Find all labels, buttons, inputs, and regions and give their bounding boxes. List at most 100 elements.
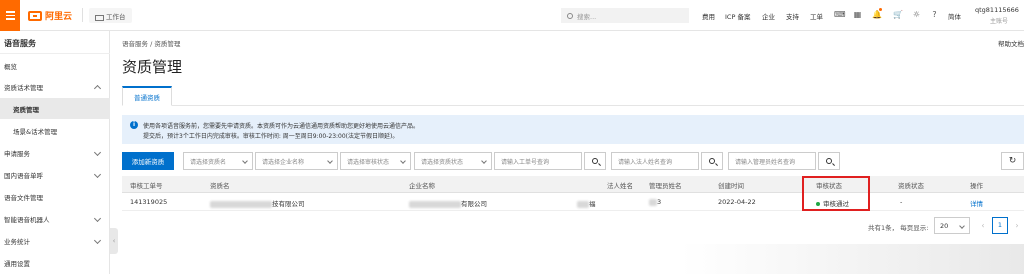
audit-status-select[interactable]: 请选择审核状态: [340, 152, 411, 170]
grid-icon[interactable]: ▦: [853, 10, 862, 19]
sidebar-item-label: 通用设置: [4, 259, 30, 268]
sidebar-item-label: 智能语音机器人: [4, 215, 50, 224]
select-placeholder: 请选择企业名称: [262, 158, 305, 166]
chevron-down-icon: [242, 158, 248, 164]
refresh-button[interactable]: ↻: [1001, 152, 1024, 170]
sidebar-item-label: 资质管理: [13, 105, 39, 114]
search-icon: [826, 158, 832, 164]
sidebar-item-label: 申请服务: [4, 149, 30, 158]
next-page-button[interactable]: ›: [1011, 217, 1023, 234]
chevron-down-icon: [93, 148, 102, 157]
search-placeholder: 搜索...: [577, 12, 597, 21]
input-placeholder: 请输入工单号查询: [501, 158, 550, 166]
divider: [82, 8, 83, 22]
column-header: 管理员姓名: [649, 182, 682, 190]
redacted-text: [409, 200, 461, 208]
menu-icon[interactable]: [0, 0, 20, 31]
admin-name-input[interactable]: 请输入管理员姓名查询: [728, 152, 816, 170]
search-icon: [567, 12, 573, 19]
sidebar-collapse-toggle[interactable]: ‹: [110, 228, 118, 254]
cell-qualification-status: -: [900, 198, 903, 206]
previous-page-button[interactable]: ‹: [977, 217, 989, 234]
info-icon: i: [130, 121, 138, 129]
qualification-name-select[interactable]: 请选择资质名: [183, 152, 253, 170]
notice-text-1: 使用各项语音服务前，您需要先申请资质。本资质可作为云通信通用资质帮助您更好地使用…: [143, 123, 420, 130]
sidebar-item-voice-files[interactable]: 语音文件管理: [0, 186, 110, 207]
brand-logo[interactable]: 阿里云: [28, 9, 72, 22]
chevron-down-icon: [93, 214, 102, 223]
notice-text-2: 提交后，预计3个工作日内完成审核。审核工作时间: 周一至周日9:00-23:00…: [143, 133, 399, 140]
column-header: 创建时间: [718, 182, 744, 190]
chevron-down-icon: [93, 236, 102, 245]
nav-link-enterprise[interactable]: 企业: [762, 11, 775, 21]
chevron-down-icon: [481, 158, 487, 164]
column-header: 资质名: [210, 182, 230, 190]
nav-link-ticket[interactable]: 工单: [810, 11, 823, 21]
breadcrumb: 语音服务 / 资质管理: [122, 40, 181, 48]
sidebar-item-label: 国内语音单呼: [4, 171, 43, 180]
current-page-button[interactable]: 1: [992, 217, 1008, 234]
column-header: 操作: [970, 182, 983, 190]
qualification-status-select[interactable]: 请选择资质状态: [414, 152, 492, 170]
chevron-down-icon: [327, 158, 333, 164]
cell-qualification-name: 技有限公司: [210, 198, 305, 208]
cell-company-name-suffix: 有限公司: [461, 200, 487, 208]
add-qualification-button[interactable]: 添加新资质: [122, 152, 174, 170]
sidebar-item-voice-robot[interactable]: 智能语音机器人: [0, 208, 110, 229]
top-navigation-bar: 阿里云 工作台 搜索... 费用 ICP 备案 企业 支持 工单 ⌨ ▦ 🔔 🛒…: [0, 0, 1024, 31]
home-icon: [95, 13, 104, 21]
table-header: 审核工单号 资质名 企业名称 法人姓名 管理员姓名 创建时间 审核状态 资质状态…: [122, 176, 1024, 193]
ticket-search-button[interactable]: [584, 152, 606, 170]
sidebar-item-scene-script[interactable]: 场景&话术管理: [0, 120, 110, 141]
search-icon: [592, 158, 598, 164]
global-search-input[interactable]: 搜索...: [561, 8, 689, 23]
sidebar-item-apply-service[interactable]: 申请服务: [0, 142, 110, 163]
legal-search-button[interactable]: [701, 152, 723, 170]
nav-link-support[interactable]: 支持: [786, 11, 799, 21]
select-placeholder: 请选择审核状态: [347, 158, 390, 166]
cell-legal-person: 福: [577, 198, 596, 208]
cell-qualification-name-suffix: 技有限公司: [272, 200, 305, 208]
sidebar-item-qualification-management[interactable]: 资质管理: [0, 98, 110, 119]
highlight-annotation: [802, 176, 870, 211]
language-switch[interactable]: 简体: [948, 11, 961, 21]
chevron-down-icon: [959, 223, 965, 229]
pagination-summary: 共有1条， 每页显示:: [868, 223, 929, 232]
user-role: 主账号: [990, 18, 1009, 25]
legal-person-input[interactable]: 请输入法人姓名查询: [611, 152, 699, 170]
nav-link-fees[interactable]: 费用: [702, 11, 715, 21]
lightbulb-icon[interactable]: ☼: [912, 10, 921, 19]
input-placeholder: 请输入管理员姓名查询: [735, 158, 796, 166]
page-size-value: 20: [940, 221, 949, 230]
admin-search-button[interactable]: [818, 152, 840, 170]
column-header: 企业名称: [409, 182, 435, 190]
sidebar-item-overview[interactable]: 概览: [0, 55, 110, 76]
user-name[interactable]: qtg81115666: [975, 6, 1019, 14]
sidebar-item-label: 资质话术管理: [4, 83, 43, 92]
nav-link-icp[interactable]: ICP 备案: [725, 11, 750, 21]
sidebar-item-domestic-call[interactable]: 国内语音单呼: [0, 164, 110, 185]
bell-icon[interactable]: 🔔: [872, 10, 882, 19]
chevron-down-icon: [400, 158, 406, 164]
sidebar-item-settings[interactable]: 通用设置: [0, 252, 110, 273]
column-header: 资质状态: [898, 182, 924, 190]
input-placeholder: 请输入法人姓名查询: [618, 158, 673, 166]
terminal-icon[interactable]: ⌨: [834, 10, 846, 19]
sidebar-item-label: 语音文件管理: [4, 193, 43, 202]
detail-link[interactable]: 详情: [970, 198, 983, 208]
help-docs-link[interactable]: 帮助文档: [998, 38, 1024, 48]
table-row: 141319025 技有限公司 有限公司 福 3 2022-04-22 审核通过…: [122, 193, 1024, 211]
tab-standard-qualification[interactable]: 普通资质: [122, 86, 172, 106]
sidebar-item-qualification-script[interactable]: 资质话术管理: [0, 76, 110, 97]
cell-company-name: 有限公司: [409, 198, 487, 208]
company-name-select[interactable]: 请选择企业名称: [255, 152, 338, 170]
chevron-up-icon: [93, 84, 102, 93]
sidebar: 语音服务 概览 资质话术管理 资质管理 场景&话术管理 申请服务 国内语音单呼 …: [0, 31, 110, 274]
sidebar-item-statistics[interactable]: 业务统计: [0, 230, 110, 251]
help-icon[interactable]: ?: [930, 10, 939, 19]
ticket-number-input[interactable]: 请输入工单号查询: [494, 152, 582, 170]
workbench-label: 工作台: [106, 12, 126, 21]
page-size-select[interactable]: 20: [934, 217, 970, 234]
cart-icon[interactable]: 🛒: [893, 10, 903, 19]
workbench-button[interactable]: 工作台: [89, 8, 132, 23]
